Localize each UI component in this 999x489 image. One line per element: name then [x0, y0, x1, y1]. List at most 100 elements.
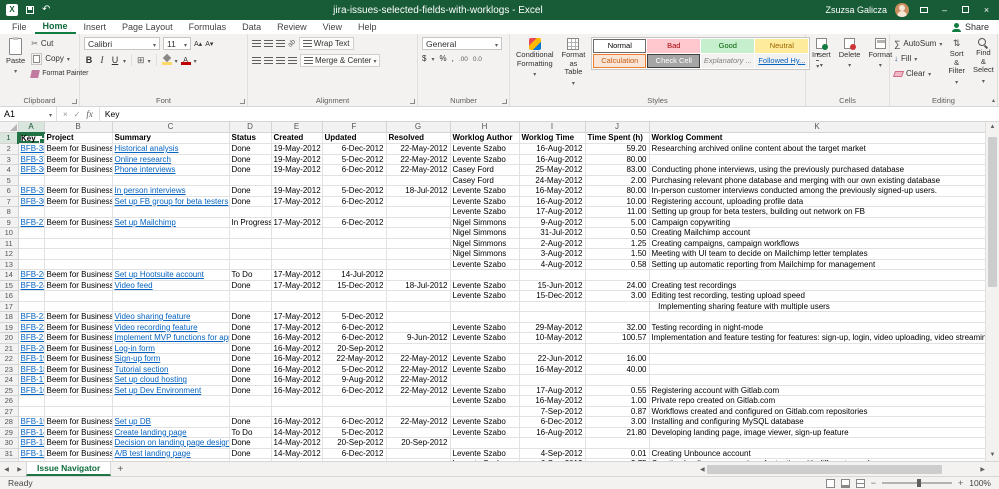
cell-H24[interactable]	[450, 375, 519, 386]
borders-icon[interactable]	[137, 55, 145, 66]
cell-K21[interactable]	[649, 343, 985, 354]
cell-K3[interactable]	[649, 154, 985, 165]
comma-style-button[interactable]: ,	[452, 54, 454, 63]
cell-I9[interactable]: 9-Aug-2012	[519, 217, 585, 228]
cell-H29[interactable]: Levente Szabo	[450, 427, 519, 438]
cell-H8[interactable]: Levente Szabo	[450, 207, 519, 218]
font-name-combo[interactable]: Calibri	[84, 37, 160, 50]
decrease-font-size-icon[interactable]	[205, 39, 213, 48]
cell-F18[interactable]: 5-Dec-2012	[322, 312, 386, 323]
cell-A19[interactable]: BFB-22	[18, 322, 44, 333]
cell-G26[interactable]	[386, 396, 450, 407]
cell-K10[interactable]: Creating Mailchimp account	[649, 228, 985, 239]
cell-D9[interactable]: In Progress	[229, 217, 271, 228]
cell-style-followed-hy[interactable]: Followed Hy...	[755, 54, 808, 68]
cell-J29[interactable]: 21.80	[585, 427, 649, 438]
cell-C30[interactable]: Decision on landing page design	[112, 438, 229, 449]
row-header-17[interactable]: 17	[0, 301, 18, 312]
cell-A29[interactable]: BFB-14	[18, 427, 44, 438]
cell-H1[interactable]: Worklog Author	[450, 133, 519, 144]
column-header-f[interactable]: F	[322, 122, 386, 133]
cell-B14[interactable]: Beem for Business	[44, 270, 112, 281]
cell-E1[interactable]: Created	[271, 133, 322, 144]
cell-D17[interactable]	[229, 301, 271, 312]
cell-F9[interactable]: 6-Dec-2012	[322, 217, 386, 228]
cell-I16[interactable]: 15-Dec-2012	[519, 291, 585, 302]
underline-dropdown-icon[interactable]	[123, 56, 126, 65]
cell-I21[interactable]	[519, 343, 585, 354]
cell-G18[interactable]	[386, 312, 450, 323]
cell-G30[interactable]: 20-Sep-2012	[386, 438, 450, 449]
decrease-indent-icon[interactable]	[288, 57, 297, 64]
row-header-27[interactable]: 27	[0, 406, 18, 417]
cell-E21[interactable]: 16-May-2012	[271, 343, 322, 354]
cell-K29[interactable]: Developing landing page, image viewer, s…	[649, 427, 985, 438]
cell-E22[interactable]: 16-May-2012	[271, 354, 322, 365]
cell-style-explanatory[interactable]: Explanatory ...	[701, 54, 754, 68]
wrap-text-button[interactable]: Wrap Text	[299, 37, 354, 50]
name-box[interactable]: A1	[0, 107, 57, 121]
cell-D23[interactable]: Done	[229, 364, 271, 375]
cell-D12[interactable]	[229, 249, 271, 260]
cell-J28[interactable]: 3.00	[585, 417, 649, 428]
align-right-icon[interactable]	[276, 57, 285, 64]
number-dialog-launcher-icon[interactable]	[502, 99, 507, 104]
cell-E5[interactable]	[271, 175, 322, 186]
cell-F16[interactable]	[322, 291, 386, 302]
cell-G2[interactable]: 22-May-2012	[386, 144, 450, 155]
cell-D8[interactable]	[229, 207, 271, 218]
cell-I27[interactable]: 7-Sep-2012	[519, 406, 585, 417]
cell-H22[interactable]: Levente Szabo	[450, 354, 519, 365]
cell-G20[interactable]: 9-Jun-2012	[386, 333, 450, 344]
row-header-10[interactable]: 10	[0, 228, 18, 239]
cell-J22[interactable]: 16.00	[585, 354, 649, 365]
row-header-3[interactable]: 3	[0, 154, 18, 165]
cell-J3[interactable]: 80.00	[585, 154, 649, 165]
cell-E17[interactable]	[271, 301, 322, 312]
cell-K4[interactable]: Conducting phone interviews, using the p…	[649, 165, 985, 176]
tab-data[interactable]: Data	[234, 20, 269, 34]
cell-D6[interactable]: Done	[229, 186, 271, 197]
row-header-18[interactable]: 18	[0, 312, 18, 323]
cell-F14[interactable]: 14-Jul-2012	[322, 270, 386, 281]
row-header-14[interactable]: 14	[0, 270, 18, 281]
cell-style-check-cell[interactable]: Check Cell	[647, 54, 700, 68]
vertical-scroll-track[interactable]	[986, 133, 999, 450]
cell-I20[interactable]: 10-May-2012	[519, 333, 585, 344]
restore-button[interactable]	[959, 0, 972, 20]
cell-E24[interactable]: 16-May-2012	[271, 375, 322, 386]
cell-H23[interactable]: Levente Szabo	[450, 364, 519, 375]
ribbon-display-options-icon[interactable]	[917, 0, 930, 20]
row-header-16[interactable]: 16	[0, 291, 18, 302]
cell-D20[interactable]: Done	[229, 333, 271, 344]
cell-C18[interactable]: Video sharing feature	[112, 312, 229, 323]
cell-C3[interactable]: Online research	[112, 154, 229, 165]
cell-C15[interactable]: Video feed	[112, 280, 229, 291]
cell-B7[interactable]: Beem for Business	[44, 196, 112, 207]
cell-D11[interactable]	[229, 238, 271, 249]
cell-H11[interactable]: Nigel Simmons	[450, 238, 519, 249]
cell-G13[interactable]	[386, 259, 450, 270]
zoom-in-icon[interactable]: +	[958, 478, 963, 488]
column-header-d[interactable]: D	[229, 122, 271, 133]
cell-E27[interactable]	[271, 406, 322, 417]
increase-font-size-icon[interactable]	[194, 39, 202, 48]
cell-I15[interactable]: 15-Jun-2012	[519, 280, 585, 291]
cell-B30[interactable]: Beem for Business	[44, 438, 112, 449]
undo-icon[interactable]: ↶	[42, 5, 50, 15]
cell-G6[interactable]: 18-Jul-2012	[386, 186, 450, 197]
middle-align-icon[interactable]	[264, 40, 273, 47]
cell-D21[interactable]: Done	[229, 343, 271, 354]
cell-C28[interactable]: Set up DB	[112, 417, 229, 428]
scroll-up-icon[interactable]: ▲	[990, 122, 996, 133]
cell-F31[interactable]: 6-Dec-2012	[322, 448, 386, 459]
cell-H25[interactable]: Levente Szabo	[450, 385, 519, 396]
zoom-slider[interactable]	[882, 482, 952, 484]
tab-insert[interactable]: Insert	[76, 20, 115, 34]
cell-F28[interactable]: 6-Dec-2012	[322, 417, 386, 428]
cell-B27[interactable]	[44, 406, 112, 417]
cell-G11[interactable]	[386, 238, 450, 249]
cell-G8[interactable]	[386, 207, 450, 218]
scroll-right-icon[interactable]: ▶	[980, 466, 985, 473]
cell-H2[interactable]: Levente Szabo	[450, 144, 519, 155]
